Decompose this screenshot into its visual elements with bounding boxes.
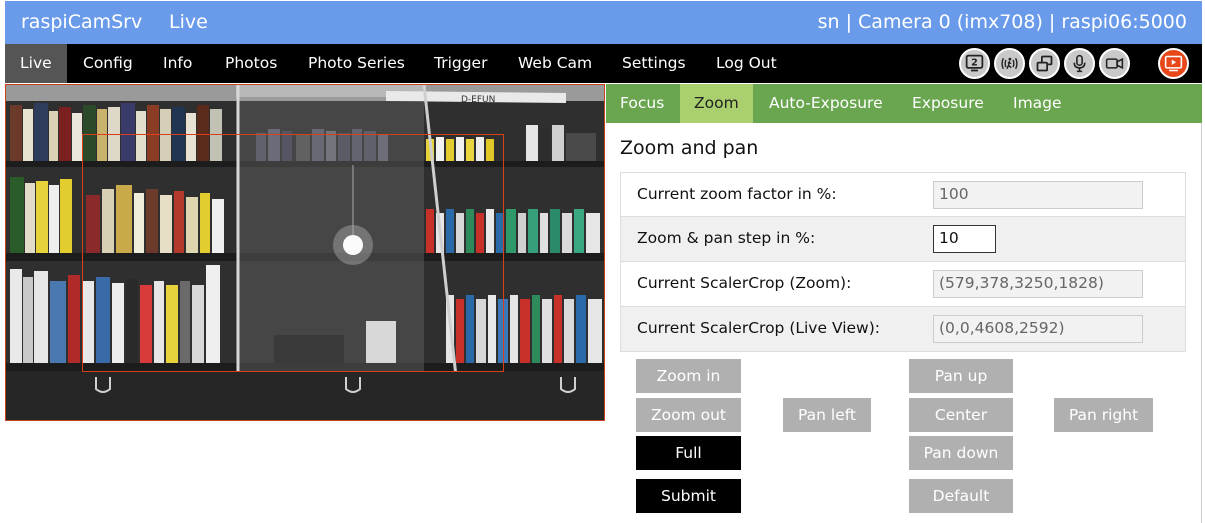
zoom-step-label: Zoom & pan step in %: xyxy=(637,229,816,247)
zoom-step-input[interactable]: 10 xyxy=(933,225,996,253)
zoom-in-button[interactable]: Zoom in xyxy=(636,359,741,393)
center-button[interactable]: Center xyxy=(909,398,1013,432)
second-camera-glyph: 2 xyxy=(965,54,984,72)
current-page-name: Live xyxy=(169,11,208,33)
nav-live[interactable]: Live xyxy=(5,44,67,83)
tab-exposure[interactable]: Exposure xyxy=(898,84,998,123)
nav-config[interactable]: Config xyxy=(68,44,148,83)
live-camera-view[interactable]: D-EFUN xyxy=(5,84,605,421)
submit-button[interactable]: Submit xyxy=(636,479,741,513)
zoom-section-title: Zoom and pan xyxy=(620,137,759,159)
app-title[interactable]: raspiCamSrv xyxy=(21,11,142,33)
nav-trigger[interactable]: Trigger xyxy=(419,44,502,83)
video-camera-icon[interactable] xyxy=(1099,48,1130,79)
table-row: Zoom & pan step in %: 10 xyxy=(620,217,1186,262)
tab-image[interactable]: Image xyxy=(999,84,1076,123)
scalercrop-zoom-field: (579,378,3250,1828) xyxy=(933,270,1143,298)
panel-right-border xyxy=(1201,123,1202,523)
server-info: sn | Camera 0 (imx708) | raspi06:5000 xyxy=(817,11,1187,33)
zoom-factor-field: 100 xyxy=(933,181,1143,209)
tab-auto-exposure[interactable]: Auto-Exposure xyxy=(755,84,897,123)
scalercrop-zoom-label: Current ScalerCrop (Zoom): xyxy=(637,274,852,292)
camera-settings-tabs: Focus Zoom Auto-Exposure Exposure Image xyxy=(606,84,1202,123)
motion-detection-icon[interactable] xyxy=(994,48,1025,79)
tab-focus[interactable]: Focus xyxy=(606,84,678,123)
table-row: Current ScalerCrop (Live View): (0,0,460… xyxy=(620,307,1186,352)
zoom-factor-label: Current zoom factor in %: xyxy=(637,185,837,203)
zoom-region-frame xyxy=(82,134,504,372)
app-header: raspiCamSrv Live sn | Camera 0 (imx708) … xyxy=(5,1,1202,44)
full-button[interactable]: Full xyxy=(636,436,741,470)
scalercrop-live-field: (0,0,4608,2592) xyxy=(933,315,1143,343)
scalercrop-live-label: Current ScalerCrop (Live View): xyxy=(637,319,880,337)
tab-zoom[interactable]: Zoom xyxy=(680,84,753,123)
second-camera-badge: 2 xyxy=(971,58,978,69)
zoom-parameter-table: Current zoom factor in %: 100 Zoom & pan… xyxy=(620,172,1186,352)
nav-settings[interactable]: Settings xyxy=(607,44,701,83)
pan-down-button[interactable]: Pan down xyxy=(909,436,1013,470)
nav-info[interactable]: Info xyxy=(148,44,207,83)
table-row: Current zoom factor in %: 100 xyxy=(620,172,1186,217)
pan-left-button[interactable]: Pan left xyxy=(783,398,871,432)
pan-up-button[interactable]: Pan up xyxy=(909,359,1013,393)
second-camera-icon[interactable]: 2 xyxy=(959,48,990,79)
table-row: Current ScalerCrop (Zoom): (579,378,3250… xyxy=(620,262,1186,307)
zoom-out-button[interactable]: Zoom out xyxy=(636,398,741,432)
live-stream-icon[interactable] xyxy=(1158,48,1189,79)
multi-window-icon[interactable] xyxy=(1029,48,1060,79)
nav-photos[interactable]: Photos xyxy=(210,44,292,83)
nav-log-out[interactable]: Log Out xyxy=(701,44,792,83)
plane-marking-picture: D-EFUN xyxy=(461,95,495,105)
default-button[interactable]: Default xyxy=(909,479,1013,513)
nav-photo-series[interactable]: Photo Series xyxy=(293,44,420,83)
pan-right-button[interactable]: Pan right xyxy=(1054,398,1153,432)
main-navbar: Live Config Info Photos Photo Series Tri… xyxy=(5,44,1202,83)
microphone-icon[interactable] xyxy=(1064,48,1095,79)
nav-web-cam[interactable]: Web Cam xyxy=(503,44,607,83)
